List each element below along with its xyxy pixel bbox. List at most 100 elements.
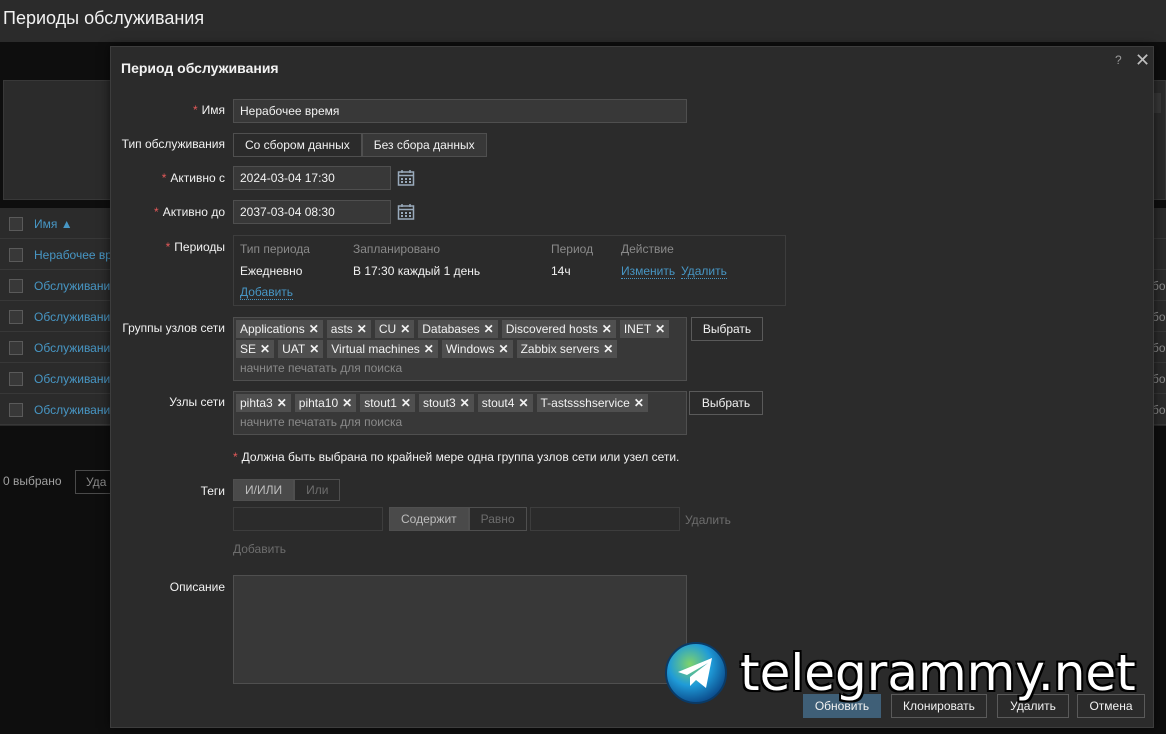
remove-tag-icon[interactable]: ✕: [460, 396, 470, 410]
row-name-link[interactable]: Обслуживани: [34, 341, 110, 355]
period-type-header: Тип периода: [240, 242, 310, 256]
periods-label: * Периоды: [165, 240, 225, 254]
eval-or[interactable]: Или: [294, 479, 341, 501]
host-group-tag: SE ✕: [236, 340, 275, 358]
calendar-icon[interactable]: [397, 203, 415, 221]
tag-operator-toggle: Содержит Равно: [389, 507, 527, 531]
tag-value-input[interactable]: [530, 507, 680, 531]
hosts-search-placeholder[interactable]: начните печатать для поиска: [236, 413, 684, 431]
periods-table: Тип периода Запланировано Период Действи…: [233, 235, 786, 306]
tag-label: SE: [240, 341, 257, 356]
name-input[interactable]: Нерабочее время: [233, 99, 687, 123]
host-groups-search-placeholder[interactable]: начните печатать для поиска: [236, 359, 684, 377]
operator-equals[interactable]: Равно: [468, 507, 527, 531]
active-since-input[interactable]: 2024-03-04 17:30: [233, 166, 391, 190]
bulk-delete-button[interactable]: Уда: [75, 470, 115, 494]
name-column-header[interactable]: Имя ▲: [34, 217, 73, 231]
select-all-checkbox[interactable]: [9, 217, 23, 231]
action-header: Действие: [621, 242, 674, 256]
calendar-icon[interactable]: [397, 169, 415, 187]
tag-label: pihta10: [298, 395, 339, 410]
row-checkbox[interactable]: [9, 341, 23, 355]
remove-tag-icon[interactable]: ✕: [342, 396, 352, 410]
host-group-tag: Discovered hosts ✕: [501, 320, 616, 338]
period-header: Период: [551, 242, 594, 256]
remove-tag-icon[interactable]: ✕: [484, 322, 494, 336]
remove-tag-icon[interactable]: ✕: [634, 396, 644, 410]
tag-name-input[interactable]: [233, 507, 383, 531]
remove-tag-icon[interactable]: ✕: [309, 322, 319, 336]
remove-tag-icon[interactable]: ✕: [277, 396, 287, 410]
row-checkbox[interactable]: [9, 279, 23, 293]
host-groups-multiselect[interactable]: Applications ✕ asts ✕ CU ✕ Databases ✕ Discovere…: [233, 317, 687, 381]
dialog-title: Период обслуживания: [121, 60, 279, 76]
tags-label: Теги: [200, 484, 225, 498]
tag-label: asts: [330, 321, 353, 336]
description-label: Описание: [169, 580, 225, 594]
remove-tag-icon[interactable]: ✕: [357, 322, 367, 336]
host-tag: pihta10 ✕: [294, 394, 357, 412]
add-tag-link[interactable]: Добавить: [233, 542, 286, 556]
remove-tag-icon[interactable]: ✕: [518, 396, 528, 410]
validation-note: * Должна быть выбрана по крайней мере одн…: [233, 450, 680, 464]
remove-tag-link[interactable]: Удалить: [685, 513, 731, 527]
row-checkbox[interactable]: [9, 403, 23, 417]
tag-label: pihta3: [240, 395, 273, 410]
row-checkbox[interactable]: [9, 248, 23, 262]
edit-period-link[interactable]: Изменить: [621, 264, 676, 279]
host-groups-tags: Applications ✕ asts ✕ CU ✕ Databases ✕ Discovere…: [236, 320, 684, 358]
tag-label: stout3: [422, 395, 456, 410]
option-no-data-collection[interactable]: Без сбора данных: [361, 133, 487, 157]
page-title: Периоды обслуживания: [3, 8, 205, 28]
select-host-groups-button[interactable]: Выбрать: [691, 317, 763, 341]
remove-tag-icon[interactable]: ✕: [655, 322, 665, 336]
remove-tag-icon[interactable]: ✕: [260, 342, 270, 356]
tag-label: T-astssshservice: [540, 395, 630, 410]
eval-and-or[interactable]: И/ИЛИ: [233, 479, 295, 501]
filter-control[interactable]: [1153, 93, 1161, 113]
row-checkbox[interactable]: [9, 310, 23, 324]
scheduled-value: В 17:30 каждый 1 день: [353, 264, 481, 278]
tag-label: stout4: [481, 395, 515, 410]
row-name-link[interactable]: Обслуживани: [34, 372, 110, 386]
host-tag: stout4 ✕: [477, 394, 533, 412]
remove-tag-icon[interactable]: ✕: [400, 322, 410, 336]
remove-tag-icon[interactable]: ✕: [309, 342, 319, 356]
host-group-tag: UAT ✕: [278, 340, 324, 358]
tag-label: Zabbix servers: [520, 341, 600, 356]
operator-contains[interactable]: Содержит: [389, 507, 469, 531]
tag-label: stout1: [364, 395, 397, 410]
watermark-text: telegrammy.net: [740, 644, 1136, 702]
remove-tag-icon[interactable]: ✕: [424, 342, 434, 356]
remove-tag-icon[interactable]: ✕: [602, 322, 612, 336]
row-checkbox[interactable]: [9, 372, 23, 386]
selected-count: 0 выбрано: [3, 474, 62, 488]
row-name-link[interactable]: Обслуживани: [34, 310, 110, 324]
host-group-tag: CU ✕: [374, 320, 415, 338]
tag-label: INET: [623, 321, 652, 336]
hosts-multiselect[interactable]: pihta3 ✕ pihta10 ✕ stout1 ✕ stout3 ✕ stout4 ✕ T-as…: [233, 391, 687, 435]
remove-period-link[interactable]: Удалить: [681, 264, 727, 279]
help-icon[interactable]: ?: [1115, 53, 1122, 67]
active-till-input[interactable]: 2037-03-04 08:30: [233, 200, 391, 224]
row-name-link[interactable]: Обслуживани: [34, 279, 110, 293]
add-period-link[interactable]: Добавить: [240, 285, 294, 300]
host-tag: stout1 ✕: [360, 394, 415, 412]
tag-label: Discovered hosts: [505, 321, 598, 336]
remove-tag-icon[interactable]: ✕: [499, 342, 509, 356]
host-group-tag: asts ✕: [326, 320, 371, 338]
row-name-link[interactable]: Нерабочее вр: [34, 248, 112, 262]
row-right-text: бо: [1152, 279, 1166, 293]
remove-tag-icon[interactable]: ✕: [603, 342, 613, 356]
option-with-data-collection[interactable]: Со сбором данных: [233, 133, 362, 157]
maintenance-type-label: Тип обслуживания: [121, 137, 225, 151]
row-name-link[interactable]: Обслуживани: [34, 403, 110, 417]
period-type-value: Ежедневно: [240, 264, 303, 278]
close-icon[interactable]: ✕: [1135, 50, 1150, 71]
remove-tag-icon[interactable]: ✕: [401, 396, 411, 410]
row-right-text: бо: [1152, 310, 1166, 324]
host-groups-label: Группы узлов сети: [122, 321, 225, 335]
description-textarea[interactable]: [233, 575, 687, 684]
tag-label: Virtual machines: [331, 341, 420, 356]
select-hosts-button[interactable]: Выбрать: [689, 391, 763, 415]
